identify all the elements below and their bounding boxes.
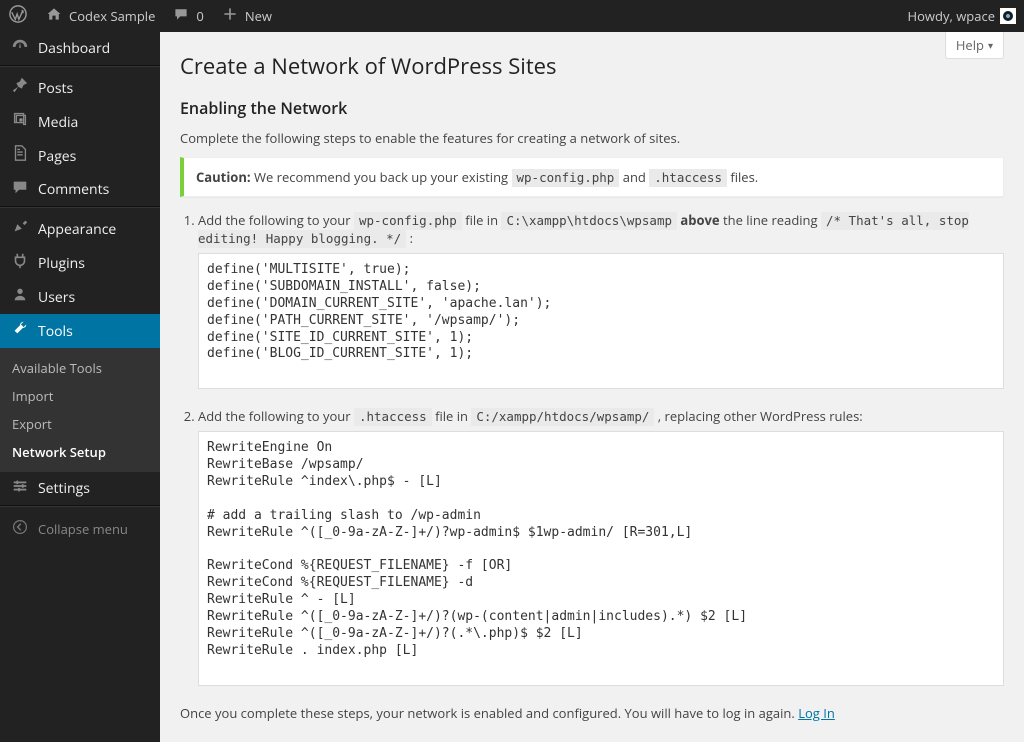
menu-label: Settings [38,479,90,498]
menu-media[interactable]: Media [0,105,160,139]
pin-icon [10,76,30,100]
menu-dashboard[interactable]: Dashboard [0,32,160,66]
menu-label: Pages [38,147,76,166]
menu-label: Posts [38,79,73,98]
menu-pages[interactable]: Pages [0,139,160,173]
plugin-icon [10,251,30,275]
submenu-network-setup[interactable]: Network Setup [0,438,160,466]
collapse-menu[interactable]: Collapse menu [0,511,160,547]
comment-icon [171,6,191,26]
menu-label: Appearance [38,220,116,239]
help-tab[interactable]: Help ▾ [945,32,1004,59]
appearance-icon [10,217,30,241]
avatar [1000,8,1016,24]
home-icon [44,6,64,26]
chevron-down-icon: ▾ [988,38,993,52]
tools-icon [10,319,30,343]
comments-menu[interactable]: 0 [163,0,211,32]
menu-comments[interactable]: Comments [0,173,160,207]
menu-label: Plugins [38,254,85,273]
step-2: Add the following to your .htaccess file… [198,407,1004,689]
caution-text: We recommend you back up your existing [254,168,512,186]
code-htaccess: .htaccess [649,169,727,187]
submenu-import[interactable]: Import [0,382,160,410]
menu-appearance[interactable]: Appearance [0,212,160,246]
caution-label: Caution: [196,168,251,186]
menu-label: Dashboard [38,39,110,58]
code-htaccess: .htaccess [354,408,432,426]
login-link[interactable]: Log In [798,704,835,722]
submenu-tools: Available Tools Import Export Network Se… [0,348,160,472]
code-path: C:/xampp/htdocs/wpsamp/ [471,408,654,426]
site-name-menu[interactable]: Codex Sample [36,0,163,32]
menu-settings[interactable]: Settings [0,472,160,506]
menu-label: Tools [38,322,73,341]
new-label: New [245,7,272,25]
menu-label: Media [38,113,78,132]
menu-label: Users [38,288,75,307]
plus-icon [220,6,240,26]
menu-users[interactable]: Users [0,280,160,314]
wpconfig-code-textarea[interactable] [198,253,1004,389]
menu-posts[interactable]: Posts [0,71,160,105]
settings-icon [10,477,30,501]
comments-icon [10,178,30,202]
submenu-export[interactable]: Export [0,410,160,438]
wordpress-logo-menu[interactable] [0,0,36,32]
new-content-menu[interactable]: New [212,0,280,32]
code-wpconfig: wp-config.php [354,212,462,230]
wordpress-logo-icon [8,5,28,27]
my-account-menu[interactable]: Howdy, wpace [900,0,1024,32]
collapse-label: Collapse menu [38,520,128,538]
comments-count: 0 [196,7,203,25]
users-icon [10,285,30,309]
menu-tools[interactable]: Tools [0,314,160,348]
submenu-available-tools[interactable]: Available Tools [0,354,160,382]
page-icon [10,144,30,168]
section-title: Enabling the Network [180,97,1004,119]
page-title: Create a Network of WordPress Sites [180,42,1004,85]
intro-text: Complete the following steps to enable t… [180,129,1004,147]
caution-notice: Caution: We recommend you back up your e… [180,157,1004,197]
step-1: Add the following to your wp-config.php … [198,211,1004,393]
code-path: C:\xampp\htdocs\wpsamp [501,212,677,230]
collapse-icon [10,519,30,539]
code-wpconfig: wp-config.php [512,169,620,187]
menu-plugins[interactable]: Plugins [0,246,160,280]
howdy-label: Howdy, wpace [908,7,995,25]
site-name-label: Codex Sample [69,7,155,25]
dashboard-icon [10,37,30,61]
menu-label: Comments [38,180,109,199]
complete-text: Once you complete these steps, your netw… [180,704,1004,722]
htaccess-code-textarea[interactable] [198,431,1004,685]
media-icon [10,110,30,134]
help-label: Help [956,36,984,54]
